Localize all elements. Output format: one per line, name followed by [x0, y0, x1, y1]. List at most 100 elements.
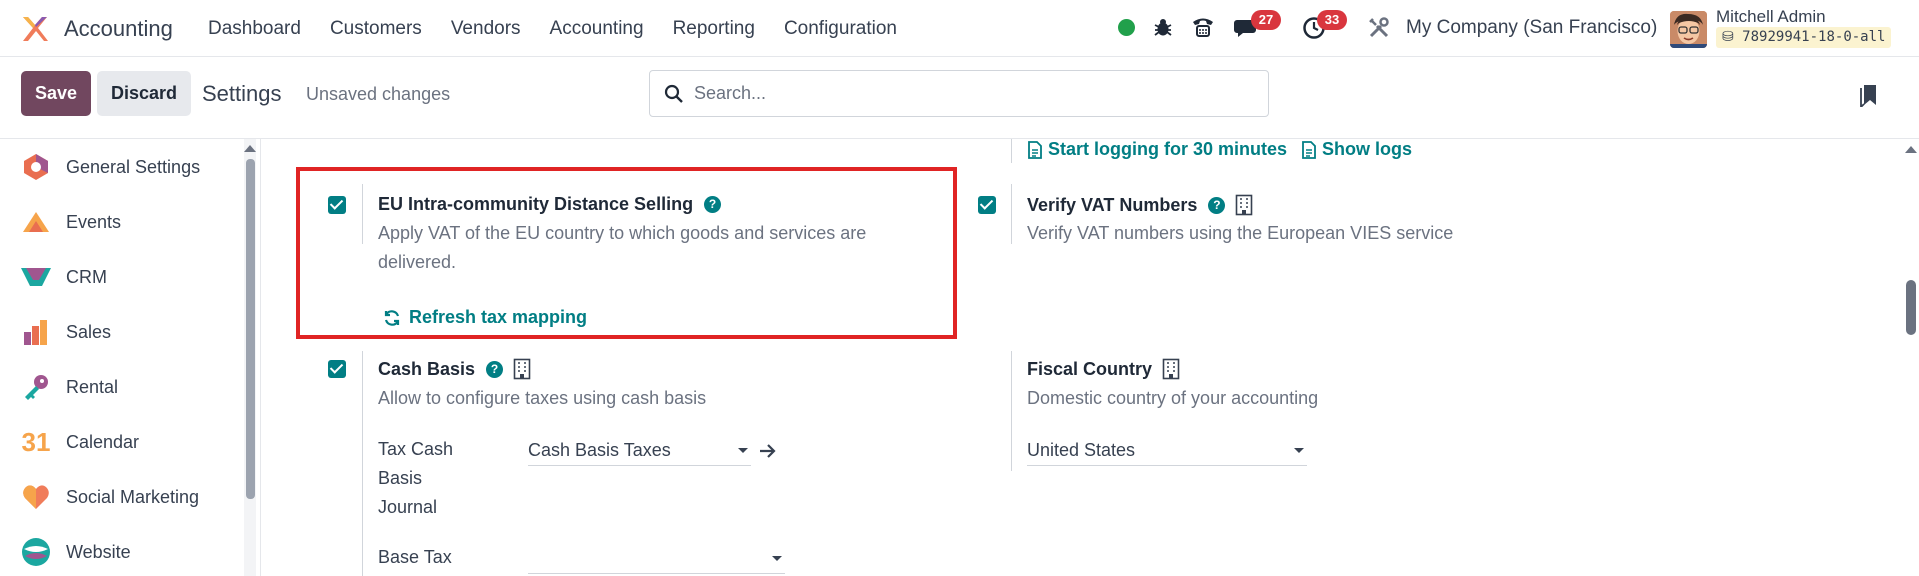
fiscal-country-description: Domestic country of your accounting [1027, 388, 1319, 408]
sidebar-item-label: Rental [66, 376, 119, 397]
arrow-right-icon[interactable] [759, 443, 777, 459]
start-logging-link[interactable]: Start logging for 30 minutes [1048, 139, 1287, 160]
settings-sidebar: General Settings Events CRM Sales Rental… [0, 139, 261, 576]
select-value: Cash Basis Taxes [528, 440, 671, 460]
setting-title-text: Verify VAT Numbers [1027, 194, 1198, 215]
discard-button[interactable]: Discard [97, 71, 191, 116]
verify-vat-title: Verify VAT Numbers ? [1027, 194, 1253, 216]
calendar-icon: 31 [21, 426, 51, 457]
content-scrollbar[interactable] [1903, 139, 1919, 576]
search-input[interactable] [694, 71, 1254, 116]
database-icon: ⛁ [1722, 29, 1734, 45]
bug-icon[interactable] [1152, 16, 1174, 38]
social-marketing-icon [20, 481, 52, 513]
menu-dashboard[interactable]: Dashboard [208, 18, 301, 40]
label-line: Basis [378, 468, 423, 488]
sidebar-item-crm[interactable]: CRM [20, 257, 107, 297]
activities-badge: 33 [1317, 10, 1347, 30]
select-value: United States [1027, 440, 1136, 460]
document-icon [1302, 140, 1316, 159]
chevron-down-icon [738, 448, 748, 453]
sidebar-item-label: Calendar [66, 431, 140, 452]
control-panel: Save Discard Settings Unsaved changes [0, 57, 1919, 139]
setting-title-text: Fiscal Country [1027, 358, 1153, 379]
fiscal-country-select[interactable]: United States [1027, 436, 1307, 466]
tax-cash-basis-journal-label: Tax Cash Basis Journal [378, 435, 453, 522]
label-line: Journal [378, 497, 438, 517]
sidebar-item-events[interactable]: Events [20, 202, 121, 242]
database-name: 78929941-18-0-all [1742, 29, 1886, 45]
base-tax-select[interactable] [528, 544, 785, 574]
help-icon[interactable]: ? [486, 360, 504, 378]
content-scrollbar-thumb[interactable] [1906, 280, 1916, 335]
crm-icon [20, 261, 52, 293]
cash-basis-checkbox[interactable] [328, 360, 346, 378]
cash-basis-description: Allow to configure taxes using cash basi… [378, 388, 707, 408]
document-icon [1028, 140, 1042, 159]
database-tag: ⛁ 78929941-18-0-all [1716, 27, 1892, 48]
divider [1011, 351, 1012, 471]
sidebar-item-calendar[interactable]: 31 Calendar [20, 422, 140, 462]
menu-vendors[interactable]: Vendors [451, 18, 521, 40]
company-building-icon [1236, 194, 1253, 216]
app-name[interactable]: Accounting [64, 16, 173, 42]
sidebar-item-label: Website [66, 541, 131, 562]
avatar-face-icon [1670, 11, 1707, 48]
top-navbar: Accounting Dashboard Customers Vendors A… [0, 0, 1919, 57]
sidebar-scroll-up-icon[interactable] [244, 145, 256, 152]
main-menu: Dashboard Customers Vendors Accounting R… [208, 18, 926, 40]
sidebar-scrollbar-thumb[interactable] [246, 159, 255, 499]
save-button[interactable]: Save [21, 71, 91, 116]
highlight-box [296, 167, 957, 339]
label-line: Tax Cash [378, 439, 454, 459]
logs-links: Start logging for 30 minutes Show logs [1027, 139, 1426, 160]
show-logs-link[interactable]: Show logs [1322, 139, 1412, 160]
menu-customers[interactable]: Customers [330, 18, 422, 40]
sales-icon [20, 316, 52, 348]
sidebar-item-label: Social Marketing [66, 486, 200, 507]
settings-tools-icon[interactable] [1367, 16, 1391, 40]
sidebar-item-label: Sales [66, 321, 112, 342]
fiscal-country-title: Fiscal Country [1027, 358, 1180, 380]
verify-vat-description: Verify VAT numbers using the European VI… [1027, 223, 1454, 243]
website-icon [20, 536, 52, 568]
events-icon [20, 206, 52, 238]
cash-basis-title: Cash Basis ? [378, 358, 531, 380]
company-building-icon [513, 358, 531, 380]
sidebar-item-label: CRM [66, 266, 107, 287]
search-icon [664, 84, 683, 103]
messages-badge: 27 [1251, 10, 1281, 30]
menu-reporting[interactable]: Reporting [673, 18, 755, 40]
status-online-icon[interactable] [1118, 19, 1135, 36]
sidebar-item-rental[interactable]: Rental [20, 367, 118, 407]
help-icon[interactable]: ? [1208, 196, 1226, 214]
menu-configuration[interactable]: Configuration [784, 18, 897, 40]
menu-accounting[interactable]: Accounting [550, 18, 644, 40]
chevron-down-icon [772, 556, 782, 561]
company-building-icon [1162, 358, 1180, 380]
user-name[interactable]: Mitchell Admin [1716, 7, 1826, 27]
base-tax-label: Base Tax [378, 547, 452, 567]
phone-icon[interactable] [1190, 15, 1216, 39]
rental-icon [20, 371, 52, 403]
chevron-down-icon [1294, 448, 1304, 453]
tax-cash-basis-journal-select[interactable]: Cash Basis Taxes [528, 436, 751, 466]
bookmark-icon[interactable] [1860, 83, 1880, 107]
page-title: Settings [202, 81, 282, 106]
setting-title-text: Cash Basis [378, 358, 476, 379]
sidebar-item-label: Events [66, 211, 122, 232]
sidebar-item-general-settings[interactable]: General Settings [20, 147, 200, 187]
general-settings-icon [20, 151, 52, 183]
divider [1011, 184, 1012, 244]
search-box [649, 70, 1269, 117]
divider [1011, 139, 1012, 163]
user-avatar[interactable] [1670, 11, 1707, 48]
odoo-app-logo-icon[interactable] [20, 14, 50, 44]
sidebar-item-website[interactable]: Website [20, 532, 131, 572]
sidebar-item-sales[interactable]: Sales [20, 312, 111, 352]
verify-vat-checkbox[interactable] [978, 196, 996, 214]
content-scroll-up-icon[interactable] [1905, 146, 1917, 153]
divider [362, 351, 363, 576]
sidebar-item-social-marketing[interactable]: Social Marketing [20, 477, 199, 517]
company-switcher[interactable]: My Company (San Francisco) [1406, 17, 1657, 39]
